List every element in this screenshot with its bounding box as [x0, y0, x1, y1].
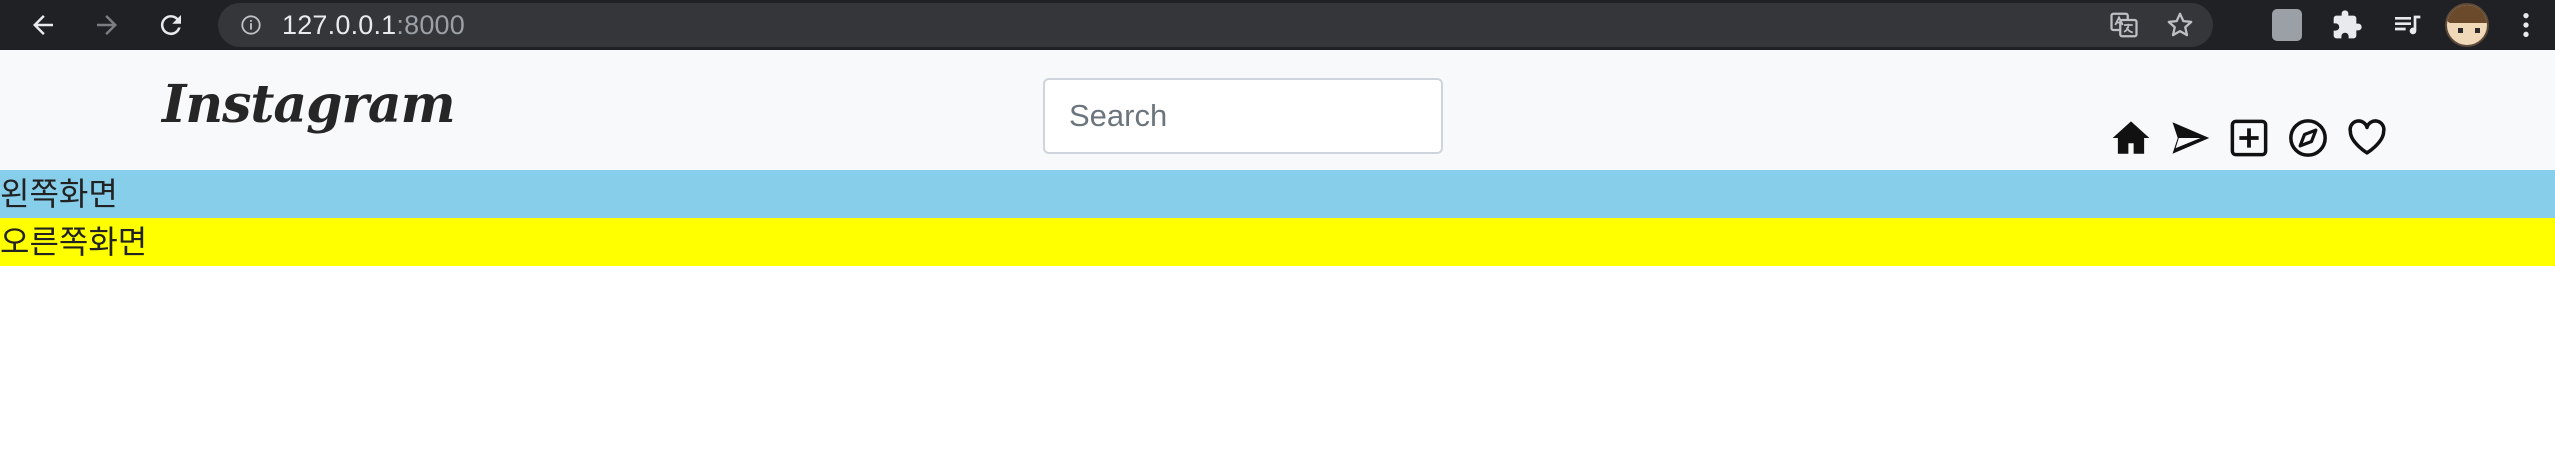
- back-button[interactable]: [18, 0, 68, 50]
- translate-icon[interactable]: [2109, 10, 2139, 40]
- arrow-right-icon: [97, 15, 117, 35]
- explore-button[interactable]: [2287, 117, 2329, 159]
- extensions-bar: [2257, 0, 2555, 50]
- home-icon: [2112, 121, 2150, 154]
- right-panel-label: 오른쪽화면: [0, 223, 148, 261]
- url-text[interactable]: 127.0.0.1:8000: [282, 10, 465, 41]
- heart-icon: [2348, 119, 2386, 155]
- plus-square-icon: [2230, 119, 2268, 157]
- search-input[interactable]: [1043, 78, 1443, 154]
- paper-plane-icon: [2172, 122, 2210, 154]
- nav-icons: [2110, 117, 2388, 159]
- brand-logo[interactable]: Instagram: [162, 74, 456, 135]
- right-panel: 오른쪽화면: [0, 218, 2555, 266]
- activity-button[interactable]: [2346, 117, 2388, 159]
- address-bar[interactable]: 127.0.0.1:8000: [218, 3, 2213, 47]
- puzzle-icon: [2333, 10, 2362, 39]
- left-panel: 왼쪽화면: [0, 170, 2555, 218]
- site-navbar: Instagram: [0, 50, 2555, 170]
- compass-icon: [2289, 119, 2327, 157]
- reload-icon: [160, 15, 181, 36]
- avatar: [2445, 3, 2489, 47]
- left-panel-label: 왼쪽화면: [0, 175, 118, 213]
- more-vertical-icon: [2523, 13, 2529, 37]
- extensions-menu-button[interactable]: [2317, 0, 2377, 50]
- address-bar-actions: [2109, 3, 2195, 47]
- reading-list-button[interactable]: [2377, 0, 2437, 50]
- direct-message-button[interactable]: [2169, 117, 2211, 159]
- extension-button[interactable]: [2257, 0, 2317, 50]
- forward-button[interactable]: [82, 0, 132, 50]
- info-icon[interactable]: [240, 14, 262, 36]
- home-button[interactable]: [2110, 117, 2152, 159]
- reload-button[interactable]: [146, 0, 196, 50]
- extension-icon: [2272, 9, 2302, 41]
- media-queue-icon: [2395, 15, 2421, 35]
- url-host: 127.0.0.1: [282, 9, 397, 40]
- url-port: :8000: [396, 9, 465, 40]
- browser-toolbar: 127.0.0.1:8000: [0, 0, 2555, 50]
- profile-button[interactable]: [2437, 0, 2497, 50]
- arrow-left-icon: [33, 15, 53, 35]
- new-post-button[interactable]: [2228, 117, 2270, 159]
- bookmark-star-icon[interactable]: [2165, 10, 2195, 40]
- browser-menu-button[interactable]: [2497, 0, 2555, 50]
